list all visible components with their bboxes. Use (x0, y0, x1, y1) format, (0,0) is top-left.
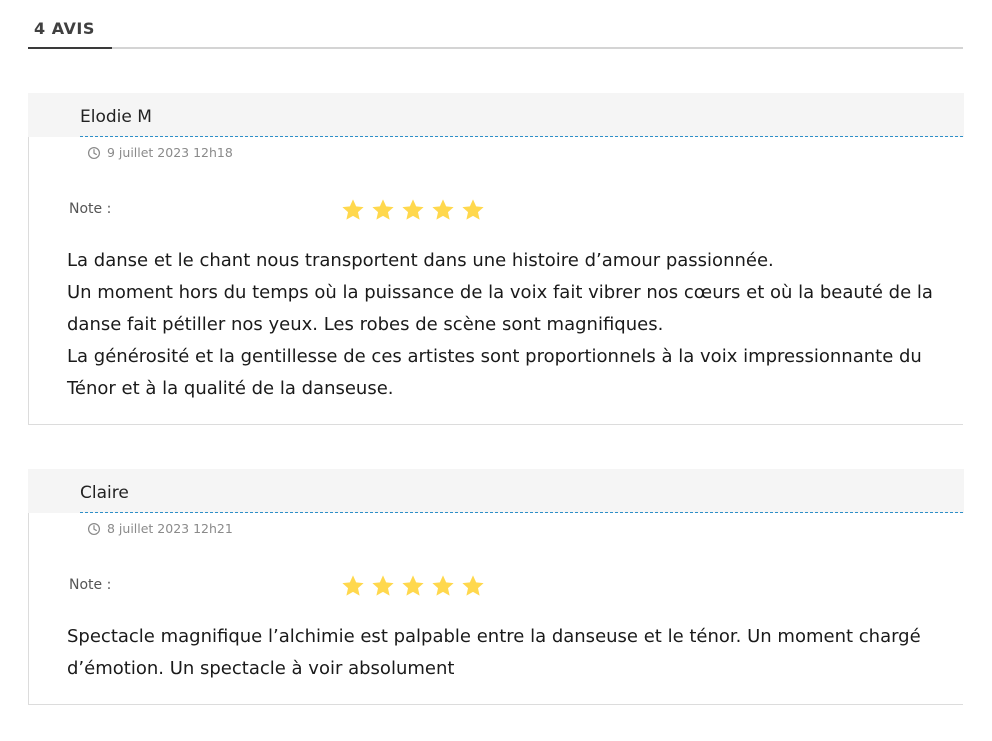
clock-icon (87, 146, 101, 159)
review-date: 8 juillet 2023 12h21 (87, 521, 233, 536)
header-divider (80, 136, 963, 137)
rating-label: Note : (69, 201, 112, 217)
review-paragraph: Un moment hors du temps où la puissance … (67, 282, 933, 335)
tab-reviews[interactable]: 4 AVIS (28, 14, 112, 49)
review-date: 9 juillet 2023 12h18 (87, 145, 233, 160)
review-paragraph: La danse et le chant nous transportent d… (67, 250, 774, 271)
review-text: Spectacle magnifique l’alchimie est palp… (67, 621, 952, 685)
star-icon (432, 199, 454, 220)
reviews-tab-bar: 4 AVIS (28, 14, 963, 49)
clock-icon (87, 522, 101, 535)
review-paragraph: La générosité et la gentillesse de ces a… (67, 346, 922, 399)
review-header: Elodie M (28, 93, 964, 137)
star-icon (462, 199, 484, 220)
star-icon (402, 575, 424, 596)
star-icon (342, 575, 364, 596)
star-icon (372, 199, 394, 220)
star-icon (372, 575, 394, 596)
star-icon (432, 575, 454, 596)
review-text: La danse et le chant nous transportent d… (67, 245, 952, 405)
review-author: Claire (80, 483, 129, 503)
rating-stars (340, 197, 486, 223)
rating-label: Note : (69, 577, 112, 593)
review-paragraph: Spectacle magnifique l’alchimie est palp… (67, 626, 921, 679)
review-author: Elodie M (80, 107, 152, 127)
rating-stars (340, 573, 486, 599)
review-card: Elodie M 9 juillet 2023 12h18 Note : La … (28, 93, 964, 425)
review-date-text: 9 juillet 2023 12h18 (107, 145, 233, 160)
review-date-text: 8 juillet 2023 12h21 (107, 521, 233, 536)
header-divider (80, 512, 963, 513)
star-icon (342, 199, 364, 220)
review-card: Claire 8 juillet 2023 12h21 Note : Spect… (28, 469, 964, 705)
star-icon (462, 575, 484, 596)
review-header: Claire (28, 469, 964, 513)
star-icon (402, 199, 424, 220)
